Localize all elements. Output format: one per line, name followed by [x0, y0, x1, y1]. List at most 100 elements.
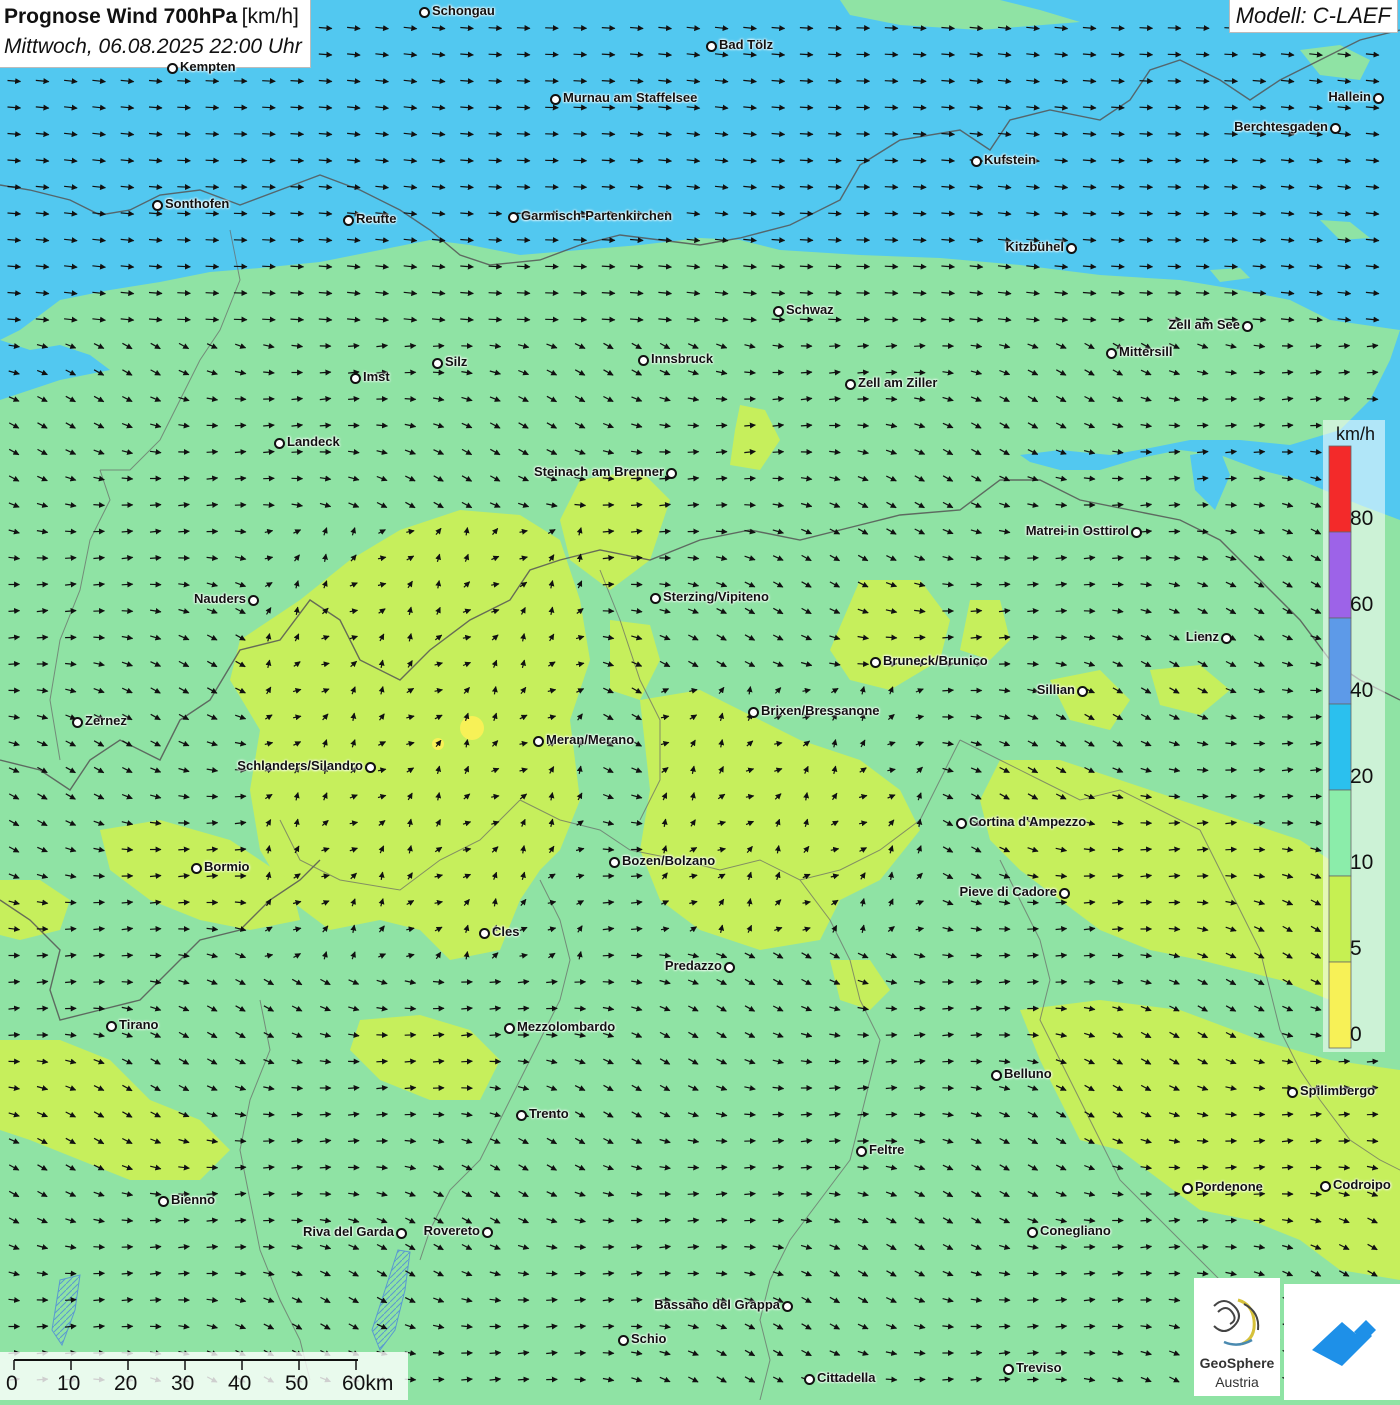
- wind-arrow: [320, 425, 331, 426]
- wind-arrow: [913, 293, 926, 294]
- city-marker: [550, 94, 561, 105]
- forecast-date: Mittwoch, 06.08.2025 22:00 Uhr: [4, 35, 302, 58]
- city-marker: [1182, 1183, 1193, 1194]
- wind-arrow: [828, 187, 841, 188]
- scale-label: 30: [171, 1372, 194, 1396]
- wind-arrow: [885, 213, 898, 214]
- wind-arrow: [828, 240, 841, 241]
- wind-arrow: [1254, 770, 1265, 771]
- wind-arrow: [1196, 54, 1209, 55]
- city-marker: [396, 1228, 407, 1239]
- wind-arrow: [1141, 849, 1152, 850]
- wind-arrow: [489, 213, 502, 214]
- wind-arrow: [574, 28, 587, 29]
- wind-arrow: [603, 1353, 614, 1354]
- legend-label: 5: [1350, 937, 1362, 961]
- wind-arrow: [1224, 107, 1237, 108]
- wind-arrow: [177, 107, 190, 108]
- wind-arrow: [122, 955, 133, 956]
- city-label: Zell am Ziller: [858, 375, 937, 390]
- wind-arrow: [517, 319, 530, 320]
- city-marker: [158, 1196, 169, 1207]
- field-calm-spot: [460, 716, 484, 740]
- map-unit: [km/h]: [242, 5, 299, 28]
- wind-arrow: [1254, 823, 1265, 824]
- city-marker: [1066, 243, 1077, 254]
- city-label: Zernez: [85, 713, 127, 728]
- wind-arrow: [291, 160, 304, 161]
- wind-arrow: [1225, 505, 1236, 506]
- wind-arrow: [517, 28, 530, 29]
- wind-arrow: [206, 134, 219, 135]
- wind-arrow: [800, 81, 813, 82]
- wind-arrow: [574, 187, 587, 188]
- legend-label: 0: [1350, 1023, 1362, 1047]
- wind-arrow: [206, 240, 219, 241]
- legend-swatch: [1329, 618, 1351, 704]
- wind-arrow: [9, 611, 20, 612]
- wind-arrow: [178, 478, 189, 479]
- wind-arrow: [1282, 1114, 1293, 1115]
- wind-arrow: [235, 1167, 246, 1168]
- wind-arrow: [1224, 81, 1237, 82]
- wind-arrow: [602, 160, 615, 161]
- wind-arrow: [206, 213, 219, 214]
- city-label: Feltre: [869, 1142, 904, 1157]
- wind-arrow: [291, 134, 304, 135]
- wind-arrow: [37, 637, 48, 638]
- city-marker: [748, 707, 759, 718]
- city-marker: [419, 7, 430, 18]
- wind-arrow: [913, 134, 926, 135]
- wind-arrow: [546, 1300, 557, 1301]
- wind-arrow: [716, 399, 727, 400]
- wind-arrow: [885, 187, 898, 188]
- city-label: Matrei in Osttirol: [1026, 523, 1129, 538]
- wind-arrow: [971, 982, 982, 983]
- city-label: Bassano del Grappa: [654, 1297, 780, 1312]
- city-label: Berchtesgaden: [1234, 119, 1328, 134]
- wind-arrow: [1111, 319, 1124, 320]
- wind-arrow: [177, 213, 190, 214]
- wind-arrow: [206, 107, 219, 108]
- wind-arrow: [1196, 28, 1209, 29]
- wind-arrow: [1282, 796, 1293, 797]
- city-label: Trento: [529, 1106, 569, 1121]
- wind-arrow: [1196, 81, 1209, 82]
- wind-arrow: [1111, 213, 1124, 214]
- wind-arrow: [1056, 637, 1067, 638]
- wind-arrow: [206, 293, 219, 294]
- wind-arrow: [829, 1088, 840, 1089]
- wind-arrow: [1027, 1273, 1038, 1274]
- wind-arrow: [999, 584, 1010, 585]
- wind-arrow: [885, 134, 898, 135]
- wind-arrow: [574, 319, 587, 320]
- city-marker: [516, 1110, 527, 1121]
- wind-arrow: [942, 690, 953, 691]
- wind-arrow: [800, 319, 813, 320]
- wind-arrow: [517, 266, 530, 267]
- city-label: Conegliano: [1040, 1223, 1111, 1238]
- wind-arrow: [885, 240, 898, 241]
- city-label: Pordenone: [1195, 1179, 1263, 1194]
- wind-arrow: [1196, 240, 1209, 241]
- wind-arrow: [1196, 134, 1209, 135]
- wind-arrow: [1367, 399, 1378, 400]
- wind-arrow: [1310, 346, 1321, 347]
- geosphere-logo-icon: [1194, 1286, 1280, 1356]
- wind-arrow: [913, 81, 926, 82]
- city-marker: [956, 818, 967, 829]
- city-marker: [106, 1021, 117, 1032]
- wind-arrow: [575, 1008, 586, 1009]
- wind-arrow: [1027, 664, 1038, 665]
- scale-label: 40: [228, 1372, 251, 1396]
- wind-arrow: [1339, 1061, 1350, 1062]
- wind-arrow: [1111, 160, 1124, 161]
- wind-arrow: [262, 293, 275, 294]
- city-marker: [1027, 1227, 1038, 1238]
- wind-arrow: [1169, 823, 1180, 824]
- wind-arrow: [517, 81, 530, 82]
- wind-arrow: [178, 902, 189, 903]
- wind-arrow: [263, 1114, 274, 1115]
- wind-arrow: [291, 187, 304, 188]
- wind-arrow: [1111, 240, 1124, 241]
